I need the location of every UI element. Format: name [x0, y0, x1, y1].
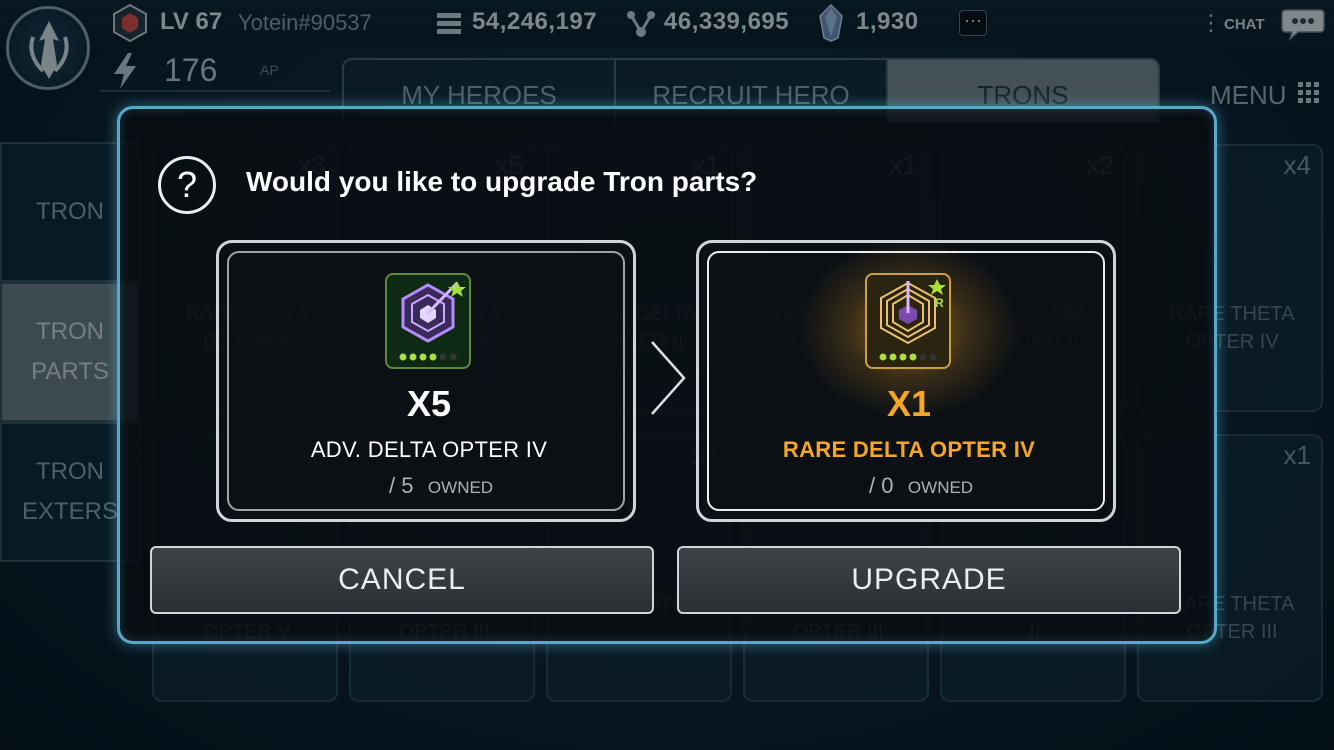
target-part-name: RARE DELTA OPTER IV	[782, 437, 1036, 462]
target-owned: / 0 OWNED	[869, 473, 973, 499]
target-quantity: X1	[886, 383, 932, 424]
upgrade-button[interactable]: UPGRADE	[677, 546, 1181, 614]
rarity-dot	[909, 353, 917, 361]
chevron-right-icon	[648, 340, 688, 421]
source-owned: / 5 OWNED	[389, 473, 493, 499]
source-owned-label: OWNED	[427, 478, 494, 497]
rarity-dot	[919, 353, 927, 361]
rarity-badge: R	[935, 296, 944, 310]
source-quantity: X5	[406, 383, 452, 424]
adv-delta-opter-icon	[385, 273, 471, 369]
rarity-dot	[419, 353, 427, 361]
rare-delta-opter-icon: R	[865, 273, 951, 369]
rarity-dot	[429, 353, 437, 361]
target-owned-label: OWNED	[907, 478, 974, 497]
dialog-title: Would you like to upgrade Tron parts?	[246, 166, 758, 197]
rarity-dot	[449, 353, 457, 361]
rarity-dot	[929, 353, 937, 361]
target-part-slot: R X1 RARE DELTA OPTER IV / 0 OWNED	[696, 239, 1116, 522]
source-owned-count: / 5	[389, 473, 414, 498]
rarity-dot	[409, 353, 417, 361]
rarity-dot	[879, 353, 887, 361]
source-part-slot: X5 ADV. DELTA OPTER IV / 5 OWNED	[216, 240, 636, 522]
rarity-dot	[439, 353, 447, 361]
cancel-button[interactable]: CANCEL	[150, 546, 654, 614]
target-owned-count: / 0	[869, 473, 894, 498]
source-part-name: ADV. DELTA OPTER IV	[310, 437, 548, 462]
rarity-dot	[889, 353, 897, 361]
question-icon: ?	[158, 156, 216, 214]
rarity-dot	[899, 353, 907, 361]
rarity-dot	[399, 353, 407, 361]
